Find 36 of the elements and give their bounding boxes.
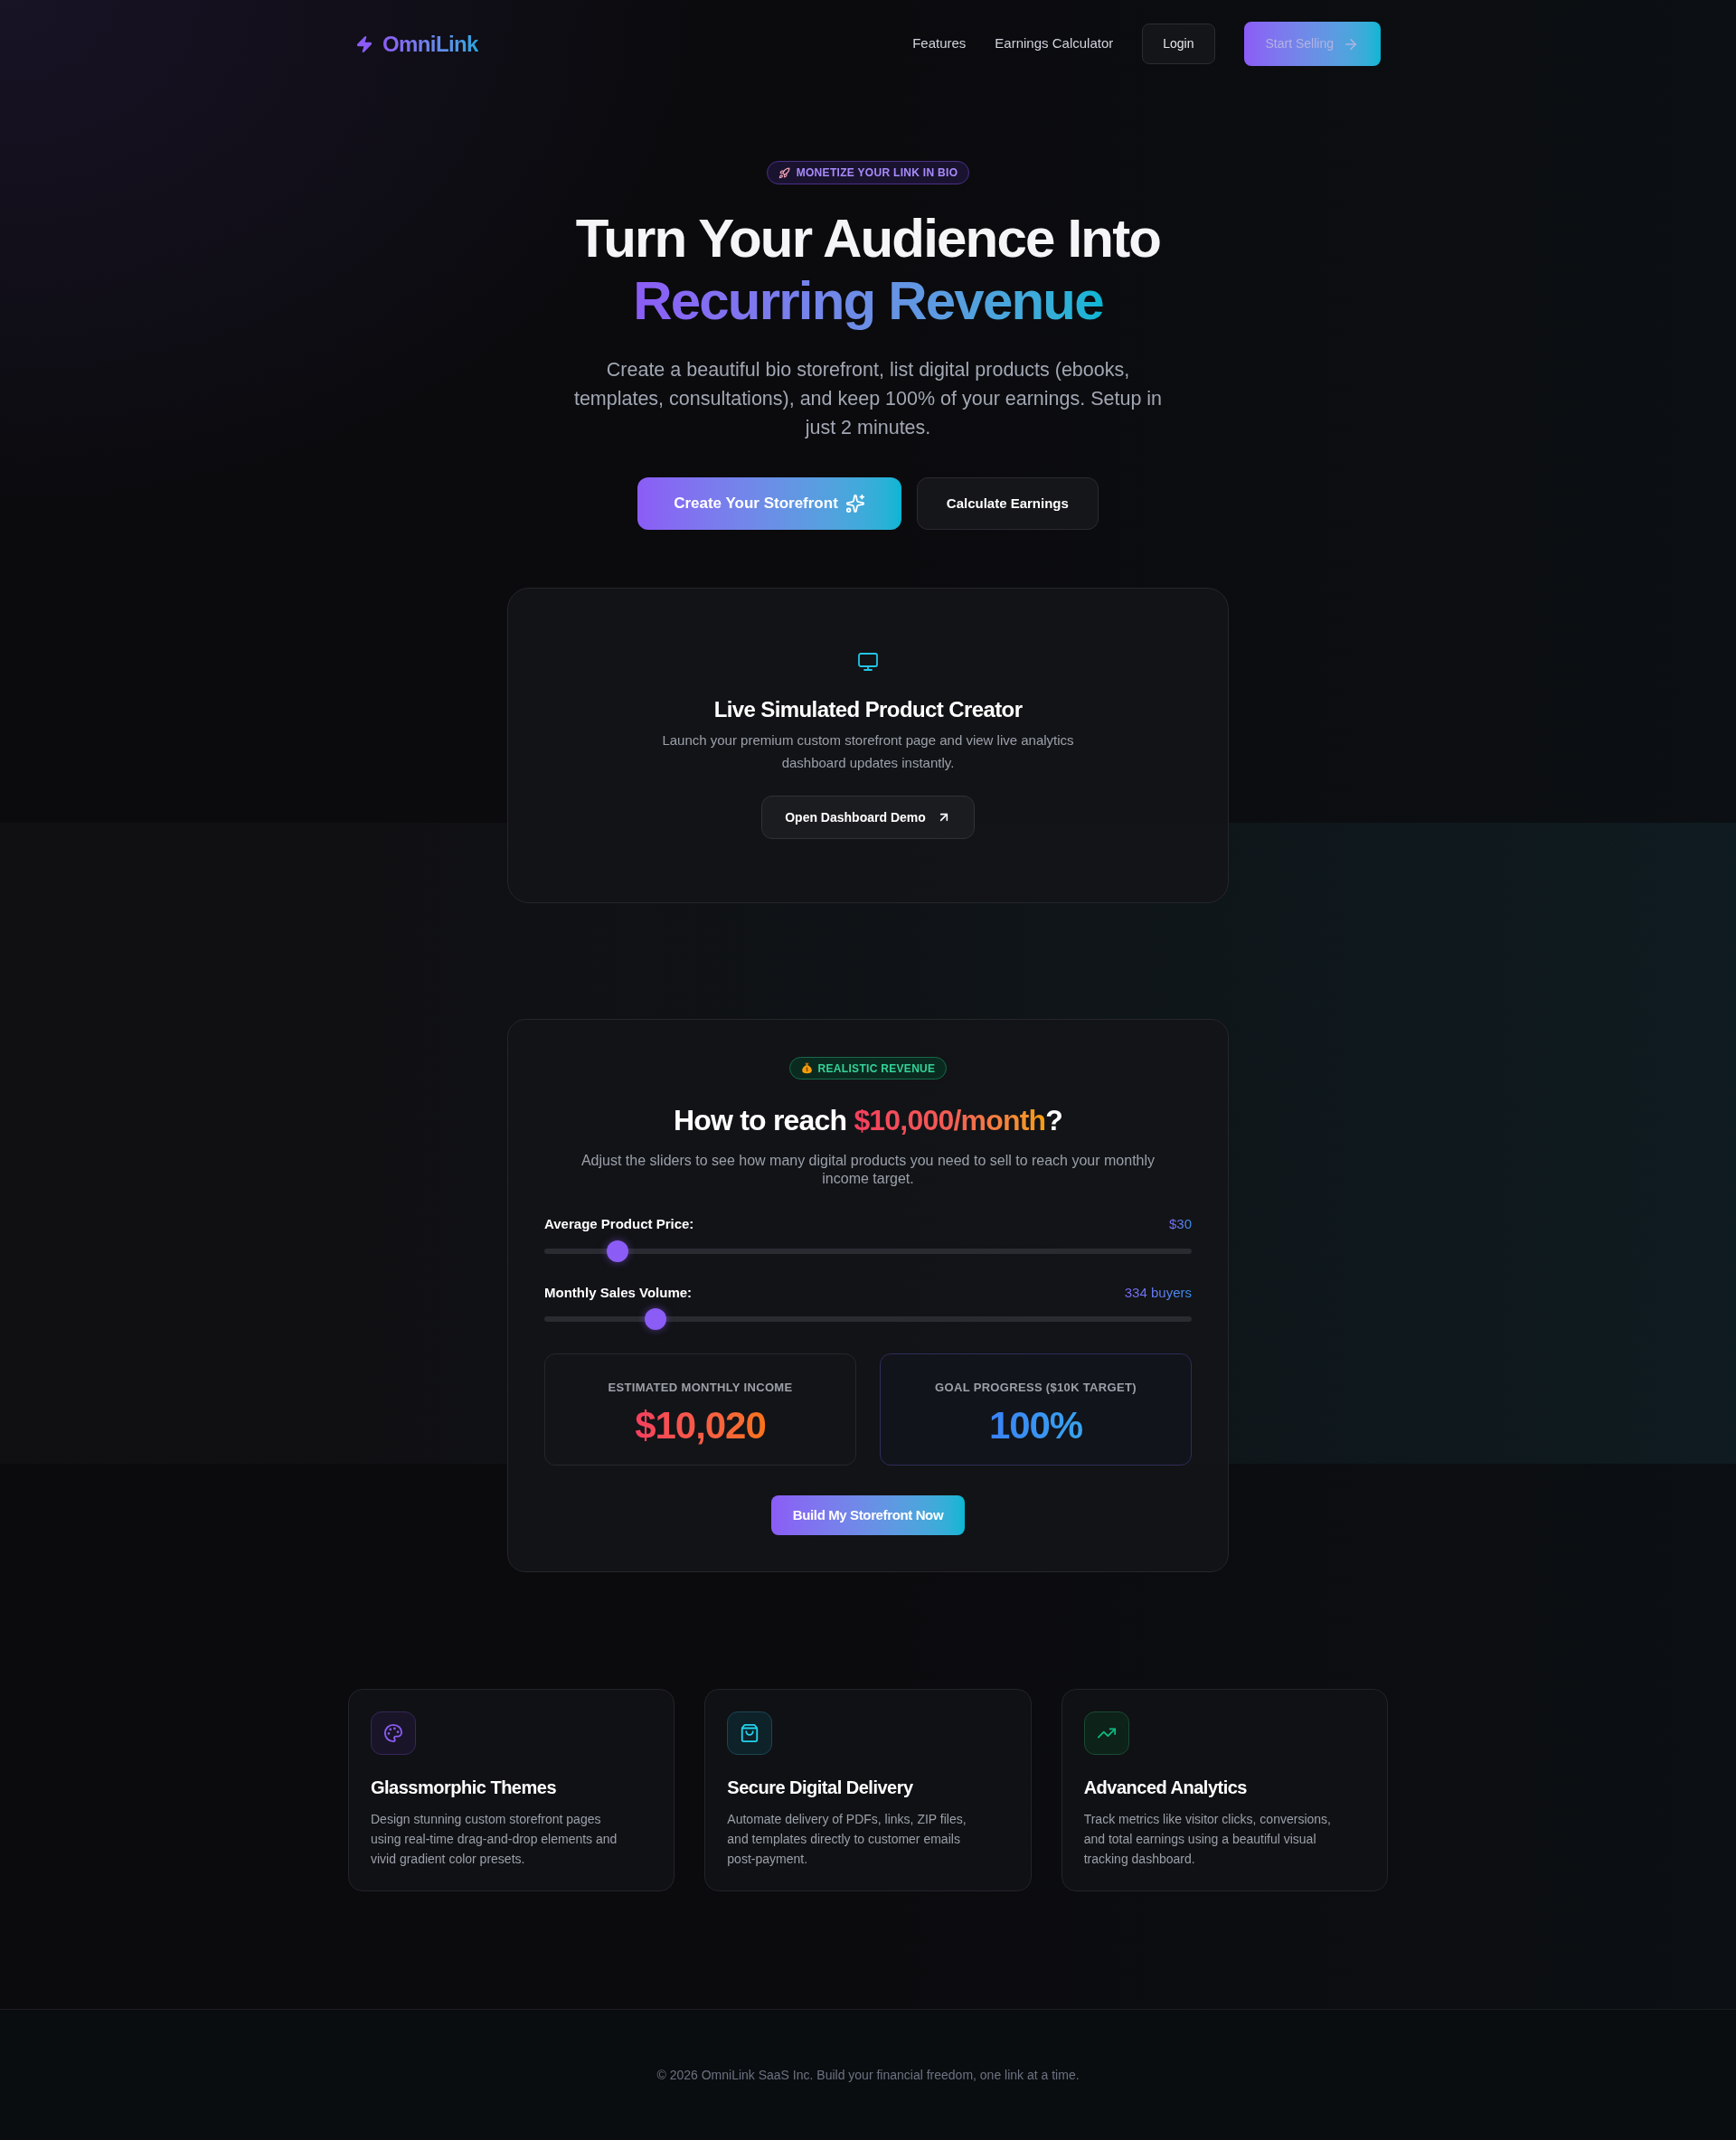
stat-label: GOAL PROGRESS ($10K TARGET) bbox=[935, 1380, 1137, 1396]
demo-description: Launch your premium custom storefront page and view live analytics dashboard updates instantly. bbox=[661, 731, 1075, 772]
brand-logo[interactable]: OmniLink bbox=[355, 27, 478, 61]
money-bag-icon bbox=[800, 1062, 813, 1074]
feature-title: Secure Digital Delivery bbox=[727, 1777, 914, 1799]
open-dashboard-button[interactable]: Open Dashboard Demo bbox=[761, 796, 975, 839]
feature-description: Automate delivery of PDFs, links, ZIP files, and templates directly to customer emails post-payment. bbox=[727, 1811, 967, 1868]
stat-label: ESTIMATED MONTHLY INCOME bbox=[608, 1380, 793, 1396]
nav-link[interactable]: Earnings Calculator bbox=[995, 33, 1114, 54]
palette-icon bbox=[371, 1711, 416, 1755]
lightning-bolt-icon bbox=[355, 33, 373, 54]
feature-description: Track metrics like visitor clicks, conversions, and total earnings using a beautiful visual tracking dashboard. bbox=[1083, 1811, 1332, 1868]
slider-label: Monthly Sales Volume: bbox=[544, 1283, 693, 1302]
slider-thumb[interactable] bbox=[644, 1308, 666, 1330]
footer-copyright: © 2026 OmniLink SaaS Inc. Build your financial freedom, one link at a time. bbox=[656, 2067, 1080, 2084]
range-slider[interactable] bbox=[544, 1240, 1192, 1262]
monitor-icon bbox=[857, 651, 879, 673]
shopping-bag-icon bbox=[727, 1711, 773, 1755]
demo-title: Live Simulated Product Creator bbox=[713, 696, 1023, 723]
calculate-earnings-button[interactable]: Calculate Earnings bbox=[916, 477, 1099, 530]
nav-link[interactable]: Features bbox=[912, 33, 967, 54]
hero-description: Create a beautiful bio storefront, list digital products (ebooks, templates, consultations), and keep 100% of your earnings. Setup in just 2 minutes. bbox=[572, 358, 1164, 440]
slider-thumb[interactable] bbox=[607, 1240, 629, 1262]
rocket-icon bbox=[778, 166, 790, 179]
hero-title: Turn Your Audience Into Recurring Revenue bbox=[575, 207, 1161, 332]
slider-label: Average Product Price: bbox=[544, 1214, 694, 1233]
calculator-heading: How to reach $10,000/month? bbox=[673, 1103, 1063, 1138]
feature-description: Design stunning custom storefront pages using real-time drag-and-drop elements and vivid gradient color presets. bbox=[371, 1811, 618, 1868]
badge-label: REALISTIC REVENUE bbox=[817, 1061, 936, 1077]
login-button[interactable]: Login bbox=[1142, 24, 1215, 64]
badge-label: MONETIZE YOUR LINK IN BIO bbox=[796, 165, 958, 181]
feature-title: Glassmorphic Themes bbox=[371, 1777, 558, 1799]
sparkles-icon bbox=[844, 494, 865, 514]
feature-title: Advanced Analytics bbox=[1083, 1777, 1248, 1799]
range-slider[interactable] bbox=[544, 1308, 1192, 1330]
calculator-description: Adjust the sliders to see how many digital products you need to sell to reach your monthly income target. bbox=[580, 1152, 1156, 1188]
